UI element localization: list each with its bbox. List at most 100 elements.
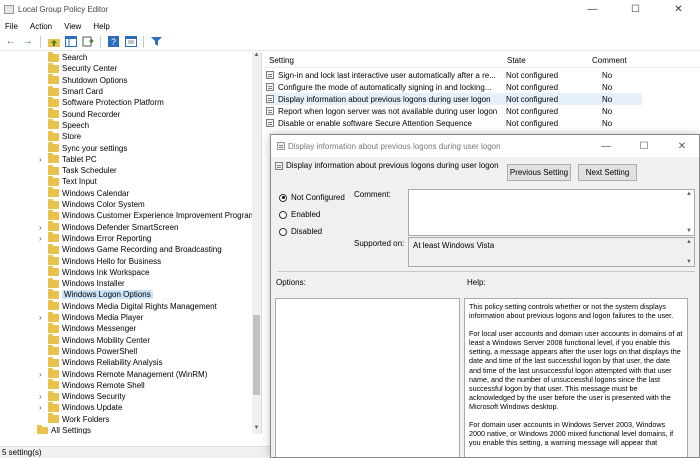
tree-item[interactable]: Work Folders	[48, 413, 109, 425]
tree-item[interactable]: › Windows Error Reporting	[39, 232, 152, 244]
tree-item-label: Windows Remote Management (WinRM)	[62, 369, 208, 379]
chevron-right-icon[interactable]: ›	[39, 155, 42, 164]
up-folder-icon[interactable]	[46, 34, 61, 49]
tree-item[interactable]: Windows Remote Shell	[48, 379, 145, 391]
minimize-button[interactable]: —	[571, 0, 614, 19]
chevron-right-icon[interactable]: ›	[39, 370, 42, 379]
radio-not-configured[interactable]: Not Configured	[279, 193, 345, 202]
tree-item[interactable]: › Windows Update	[39, 401, 122, 413]
chevron-right-icon[interactable]: ›	[39, 234, 42, 243]
tree-item[interactable]: Windows Color System	[48, 198, 145, 210]
export-list-icon[interactable]	[80, 34, 95, 49]
tree-item[interactable]: › Windows Media Player	[39, 311, 143, 323]
tree-scrollbar[interactable]: ▲ ▼	[252, 52, 261, 434]
tree-item[interactable]: Windows Hello for Business	[48, 255, 161, 266]
table-row[interactable]: Sign-in and lock last interactive user a…	[266, 69, 642, 81]
row-setting: Sign-in and lock last interactive user a…	[278, 70, 496, 80]
chevron-right-icon[interactable]: ›	[39, 313, 42, 322]
tree-item[interactable]: Security Center	[48, 62, 117, 74]
forward-arrow-icon[interactable]: →	[20, 34, 35, 49]
close-button[interactable]: ✕	[657, 0, 700, 19]
tree-item[interactable]: Windows PowerShell	[48, 345, 137, 357]
chevron-right-icon[interactable]: ›	[39, 223, 42, 232]
menu-file[interactable]: File	[5, 22, 18, 31]
tree-item[interactable]: Windows Ink Workspace	[48, 266, 149, 278]
menu-action[interactable]: Action	[30, 22, 52, 31]
tree-item[interactable]: Windows Mobility Center	[48, 334, 151, 346]
scroll-up-icon[interactable]: ▲	[686, 239, 692, 245]
tree-item[interactable]: Sound Recorder	[48, 108, 120, 120]
comment-textarea[interactable]: ▲ ▼	[408, 189, 695, 236]
tree-item-all-settings[interactable]: All Settings	[37, 424, 91, 434]
tree-item[interactable]: Text Input	[48, 175, 97, 187]
folder-icon	[48, 74, 59, 85]
dialog-minimize-button[interactable]: —	[587, 135, 625, 157]
dialog-maximize-button[interactable]: ☐	[625, 135, 663, 157]
table-row[interactable]: Report when logon server was not availab…	[266, 105, 642, 117]
folder-icon	[48, 175, 59, 186]
scroll-down-icon[interactable]: ▼	[252, 425, 261, 434]
radio-disabled[interactable]: Disabled	[279, 227, 322, 236]
tree-item[interactable]: Sync your settings	[48, 142, 127, 153]
scroll-up-icon[interactable]: ▲	[686, 191, 692, 197]
radio-label: Enabled	[291, 210, 321, 219]
tree-item[interactable]: Windows Reliability Analysis	[48, 356, 162, 368]
comment-scrollbar[interactable]: ▲ ▼	[685, 190, 694, 235]
next-setting-button[interactable]: Next Setting	[578, 164, 637, 181]
supported-scrollbar[interactable]: ▲ ▼	[685, 238, 694, 266]
menu-view[interactable]: View	[64, 22, 81, 31]
tree-item[interactable]: Smart Card	[48, 85, 103, 97]
folder-icon	[48, 85, 59, 96]
dialog-close-button[interactable]: ✕	[663, 135, 699, 157]
tree-item[interactable]: Windows Game Recording and Broadcasting	[48, 243, 222, 255]
tree-item[interactable]: › Windows Defender SmartScreen	[39, 221, 179, 233]
tree-item[interactable]: › Windows Security	[39, 390, 126, 402]
tree-item-label: Task Scheduler	[62, 166, 117, 176]
scroll-up-icon[interactable]: ▲	[252, 52, 261, 61]
tree-item[interactable]: Windows Messenger	[48, 322, 136, 334]
tree-item[interactable]: Windows Logon Options	[48, 288, 153, 300]
filter-icon[interactable]	[149, 34, 164, 49]
table-row[interactable]: Disable or enable software Secure Attent…	[266, 117, 642, 129]
tree-item[interactable]: Windows Customer Experience Improvement …	[48, 209, 255, 221]
show-hide-tree-icon[interactable]	[63, 34, 78, 49]
maximize-button[interactable]: ☐	[614, 0, 657, 19]
help-icon[interactable]: ?	[106, 34, 121, 49]
scroll-down-icon[interactable]: ▼	[686, 228, 692, 234]
tree-item[interactable]: › Windows Remote Management (WinRM)	[39, 368, 208, 379]
tree-item[interactable]: Software Protection Platform	[48, 96, 164, 108]
policy-icon	[266, 95, 274, 103]
folder-icon	[48, 401, 59, 412]
tree-item[interactable]: Windows Calendar	[48, 187, 129, 199]
previous-setting-button[interactable]: Previous Setting	[507, 164, 571, 181]
tree-item-label: Windows Hello for Business	[62, 256, 162, 266]
column-comment[interactable]: Comment	[592, 56, 627, 65]
tree-item[interactable]: › Tablet PC	[39, 153, 97, 165]
tree-item[interactable]: Store	[48, 130, 81, 142]
tree-item[interactable]: Windows Media Digital Rights Management	[48, 300, 217, 312]
scroll-thumb[interactable]	[253, 315, 260, 395]
tree-item[interactable]: Windows Installer	[48, 277, 125, 289]
chevron-right-icon[interactable]: ›	[39, 392, 42, 401]
row-state: Not configured	[506, 82, 559, 92]
row-comment: No	[602, 94, 613, 104]
menu-help[interactable]: Help	[93, 22, 109, 31]
tree-item[interactable]: Search	[48, 52, 87, 63]
folder-icon	[48, 153, 59, 164]
tree-item[interactable]: Task Scheduler	[48, 164, 117, 176]
column-state[interactable]: State	[507, 56, 526, 65]
table-row[interactable]: Configure the mode of automatically sign…	[266, 81, 642, 93]
tree-item-label: Windows Mobility Center	[62, 335, 151, 345]
folder-icon	[48, 164, 59, 175]
tree-item[interactable]: Shutdown Options	[48, 74, 127, 86]
scroll-down-icon[interactable]: ▼	[686, 259, 692, 265]
tree-item-label: Windows Error Reporting	[62, 233, 152, 243]
column-setting[interactable]: Setting	[269, 56, 294, 65]
chevron-right-icon[interactable]: ›	[39, 403, 42, 412]
tree-item-label: Sync your settings	[62, 143, 128, 153]
table-row[interactable]: Display information about previous logon…	[266, 93, 642, 105]
back-arrow-icon[interactable]: ←	[3, 34, 18, 49]
radio-enabled[interactable]: Enabled	[279, 210, 320, 219]
tree-item[interactable]: Speech	[48, 119, 89, 131]
properties-icon[interactable]	[123, 34, 138, 49]
